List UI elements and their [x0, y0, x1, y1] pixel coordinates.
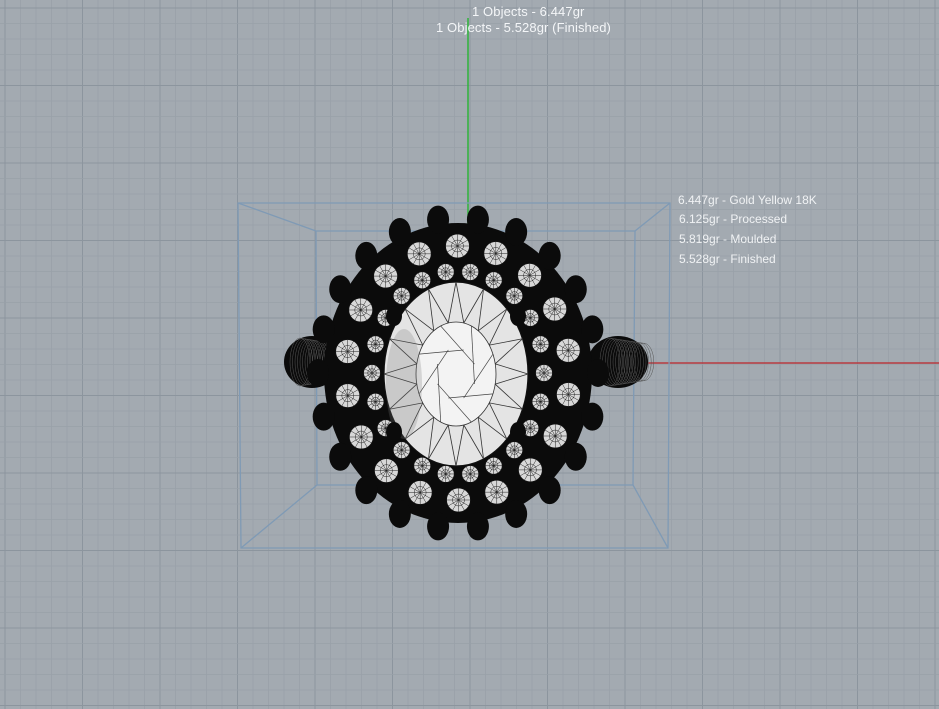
- material-gold-weight: 6.447gr - Gold Yellow 18K: [678, 193, 817, 207]
- material-moulded-weight: 5.819gr - Moulded: [679, 232, 777, 246]
- objects-finished-label: 1 Objects - 5.528gr (Finished): [436, 20, 611, 35]
- objects-weight-label: 1 Objects - 6.447gr: [472, 4, 585, 19]
- perspective-viewport[interactable]: 1 Objects - 6.447gr 1 Objects - 5.528gr …: [0, 0, 939, 709]
- material-processed-weight: 6.125gr - Processed: [679, 212, 788, 226]
- center-oval-stone: [383, 281, 529, 467]
- viewport-canvas[interactable]: [0, 0, 939, 709]
- material-finished-weight: 5.528gr - Finished: [679, 252, 776, 266]
